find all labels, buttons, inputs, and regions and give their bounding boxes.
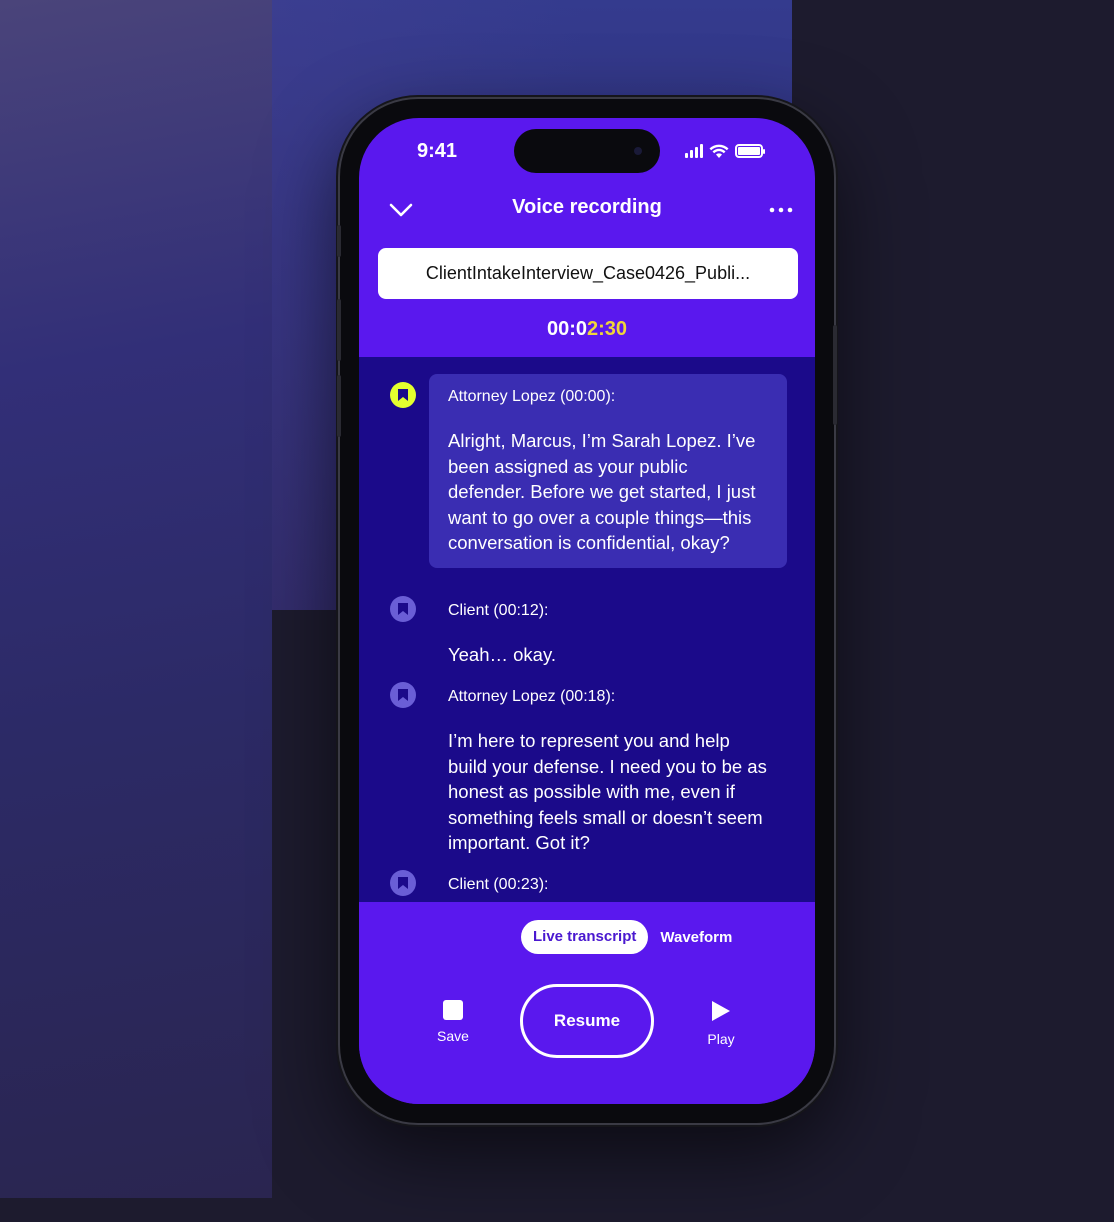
status-time: 9:41 [417, 140, 458, 162]
volume-up-button [337, 299, 341, 361]
timer-prefix: 00:0 [546, 318, 587, 340]
signal-icon [685, 144, 703, 158]
transcript-text: Yeah… okay. [448, 644, 556, 665]
phone-screen: 9:41 Voice recording ClientIntakeIntervi… [359, 118, 815, 1104]
save-label: Save [437, 1028, 469, 1044]
bookmark-icon[interactable] [390, 382, 416, 408]
dynamic-island [514, 129, 660, 173]
save-button[interactable]: Save [429, 1000, 477, 1044]
tab-live-transcript[interactable]: Live transcript [521, 920, 649, 954]
resume-button[interactable]: Resume [520, 984, 654, 1058]
play-button[interactable]: Play [697, 1000, 745, 1047]
play-label: Play [707, 1031, 735, 1047]
view-toggle: Live transcript Waveform [521, 920, 732, 954]
bookmark-icon[interactable] [390, 682, 416, 708]
power-button [833, 325, 837, 425]
status-bar: 9:41 [359, 118, 815, 188]
speaker-label: Client (00:23): [448, 876, 549, 893]
filename-field[interactable]: ClientIntakeInterview_Case0426_Publi... [378, 248, 798, 299]
transcript-bubble: Client (00:23): [429, 862, 787, 902]
playback-controls: Save Resume Play [359, 984, 815, 1058]
transcript-bubble: Attorney Lopez (00:00): Alright, Marcus,… [429, 374, 787, 568]
volume-down-button [337, 375, 341, 437]
recording-timer: 00:02:30 [359, 318, 815, 341]
bottom-panel: Live transcript Waveform Save Resume Pla… [359, 902, 815, 1104]
speaker-label: Attorney Lopez (00:00): [448, 388, 616, 405]
bookmark-icon[interactable] [390, 870, 416, 896]
status-icons [685, 142, 765, 160]
nav-bar: Voice recording [359, 188, 815, 238]
page-title: Voice recording [512, 196, 662, 218]
more-options-icon[interactable] [767, 196, 795, 224]
silent-switch [337, 225, 341, 257]
bookmark-icon[interactable] [390, 596, 416, 622]
battery-icon [735, 144, 765, 158]
camera-dot [634, 147, 642, 155]
phone-frame: 9:41 Voice recording ClientIntakeIntervi… [337, 99, 837, 1123]
background-panel-left [0, 0, 272, 1198]
speaker-label: Client (00:12): [448, 602, 549, 619]
transcript-bubble: Client (00:12): Yeah… okay. [429, 588, 787, 680]
speaker-label: Attorney Lopez (00:18): [448, 688, 616, 705]
wifi-icon [709, 144, 729, 158]
transcript-panel[interactable]: Attorney Lopez (00:00): Alright, Marcus,… [359, 357, 815, 902]
transcript-text: Alright, Marcus, I’m Sarah Lopez. I’ve b… [448, 430, 756, 553]
tab-waveform[interactable]: Waveform [660, 929, 732, 946]
timer-highlight: 2:30 [587, 318, 628, 340]
stop-square-icon [443, 1000, 463, 1020]
transcript-bubble: Attorney Lopez (00:18): I’m here to repr… [429, 674, 787, 868]
transcript-text: I’m here to represent you and help build… [448, 730, 767, 853]
play-icon [712, 1001, 730, 1021]
